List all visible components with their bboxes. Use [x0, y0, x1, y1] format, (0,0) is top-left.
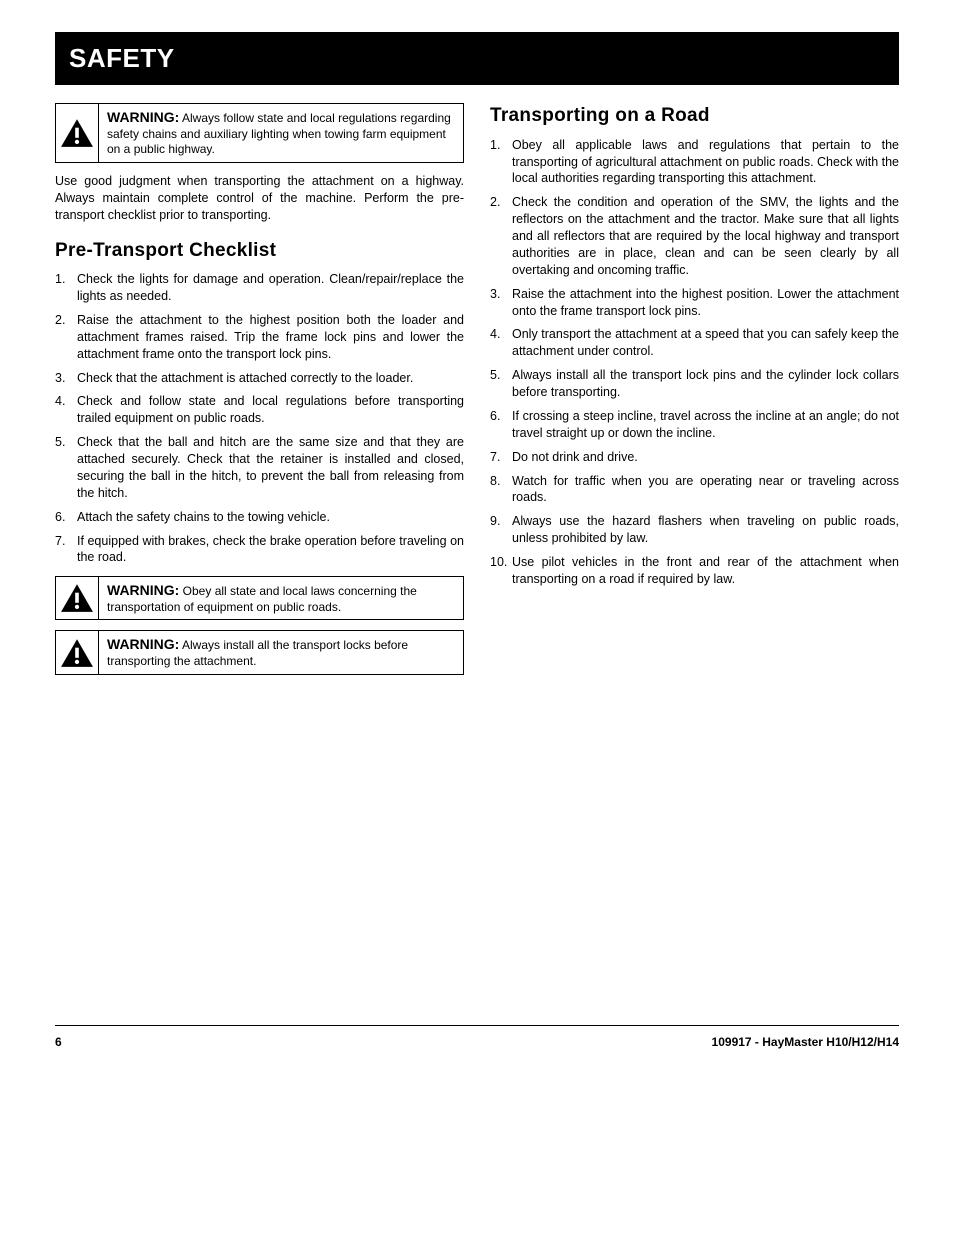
list-item: 6.If crossing a steep incline, travel ac…: [490, 408, 899, 442]
left-column: WARNING: Always follow state and local r…: [55, 103, 464, 685]
list-item: 7.If equipped with brakes, check the bra…: [55, 533, 464, 567]
list-item: 1.Obey all applicable laws and regulatio…: [490, 137, 899, 188]
section-heading-transporting: Transporting on a Road: [490, 103, 899, 129]
warning-body: WARNING: Always install all the transpor…: [99, 631, 463, 673]
footer-divider: [55, 1025, 899, 1026]
page-number: 6: [55, 1034, 62, 1050]
list-item: 9.Always use the hazard flashers when tr…: [490, 513, 899, 547]
list-item: 2.Check the condition and operation of t…: [490, 194, 899, 278]
warning-title: WARNING:: [107, 582, 179, 598]
warning-box-1: WARNING: Always follow state and local r…: [55, 103, 464, 163]
alert-icon: [56, 577, 99, 619]
page-title: SAFETY: [69, 41, 885, 76]
intro-paragraph: Use good judgment when transporting the …: [55, 173, 464, 224]
list-item: 5.Always install all the transport lock …: [490, 367, 899, 401]
alert-icon: [56, 104, 99, 162]
warning-box-2: WARNING: Obey all state and local laws c…: [55, 576, 464, 620]
doc-id: 109917 - HayMaster H10/H12/H14: [712, 1034, 899, 1050]
list-item: 4.Check and follow state and local regul…: [55, 393, 464, 427]
two-column-layout: WARNING: Always follow state and local r…: [55, 103, 899, 685]
section-heading-pretransport: Pre-Transport Checklist: [55, 238, 464, 264]
list-item: 3.Check that the attachment is attached …: [55, 370, 464, 387]
warning-box-3: WARNING: Always install all the transpor…: [55, 630, 464, 674]
alert-icon: [56, 631, 99, 673]
warning-title: WARNING:: [107, 109, 179, 125]
list-item: 5.Check that the ball and hitch are the …: [55, 434, 464, 502]
list-item: 3.Raise the attachment into the highest …: [490, 286, 899, 320]
list-item: 10.Use pilot vehicles in the front and r…: [490, 554, 899, 588]
pretransport-list: 1.Check the lights for damage and operat…: [55, 271, 464, 566]
list-item: 2.Raise the attachment to the highest po…: [55, 312, 464, 363]
page-footer: 6 109917 - HayMaster H10/H12/H14: [55, 1034, 899, 1050]
transporting-list: 1.Obey all applicable laws and regulatio…: [490, 137, 899, 588]
warning-body: WARNING: Obey all state and local laws c…: [99, 577, 463, 619]
section-header: SAFETY: [55, 32, 899, 85]
list-item: 7.Do not drink and drive.: [490, 449, 899, 466]
list-item: 8.Watch for traffic when you are operati…: [490, 473, 899, 507]
warning-title: WARNING:: [107, 636, 179, 652]
right-column: Transporting on a Road 1.Obey all applic…: [490, 103, 899, 685]
list-item: 4.Only transport the attachment at a spe…: [490, 326, 899, 360]
warning-body: WARNING: Always follow state and local r…: [99, 104, 463, 162]
list-item: 1.Check the lights for damage and operat…: [55, 271, 464, 305]
list-item: 6.Attach the safety chains to the towing…: [55, 509, 464, 526]
